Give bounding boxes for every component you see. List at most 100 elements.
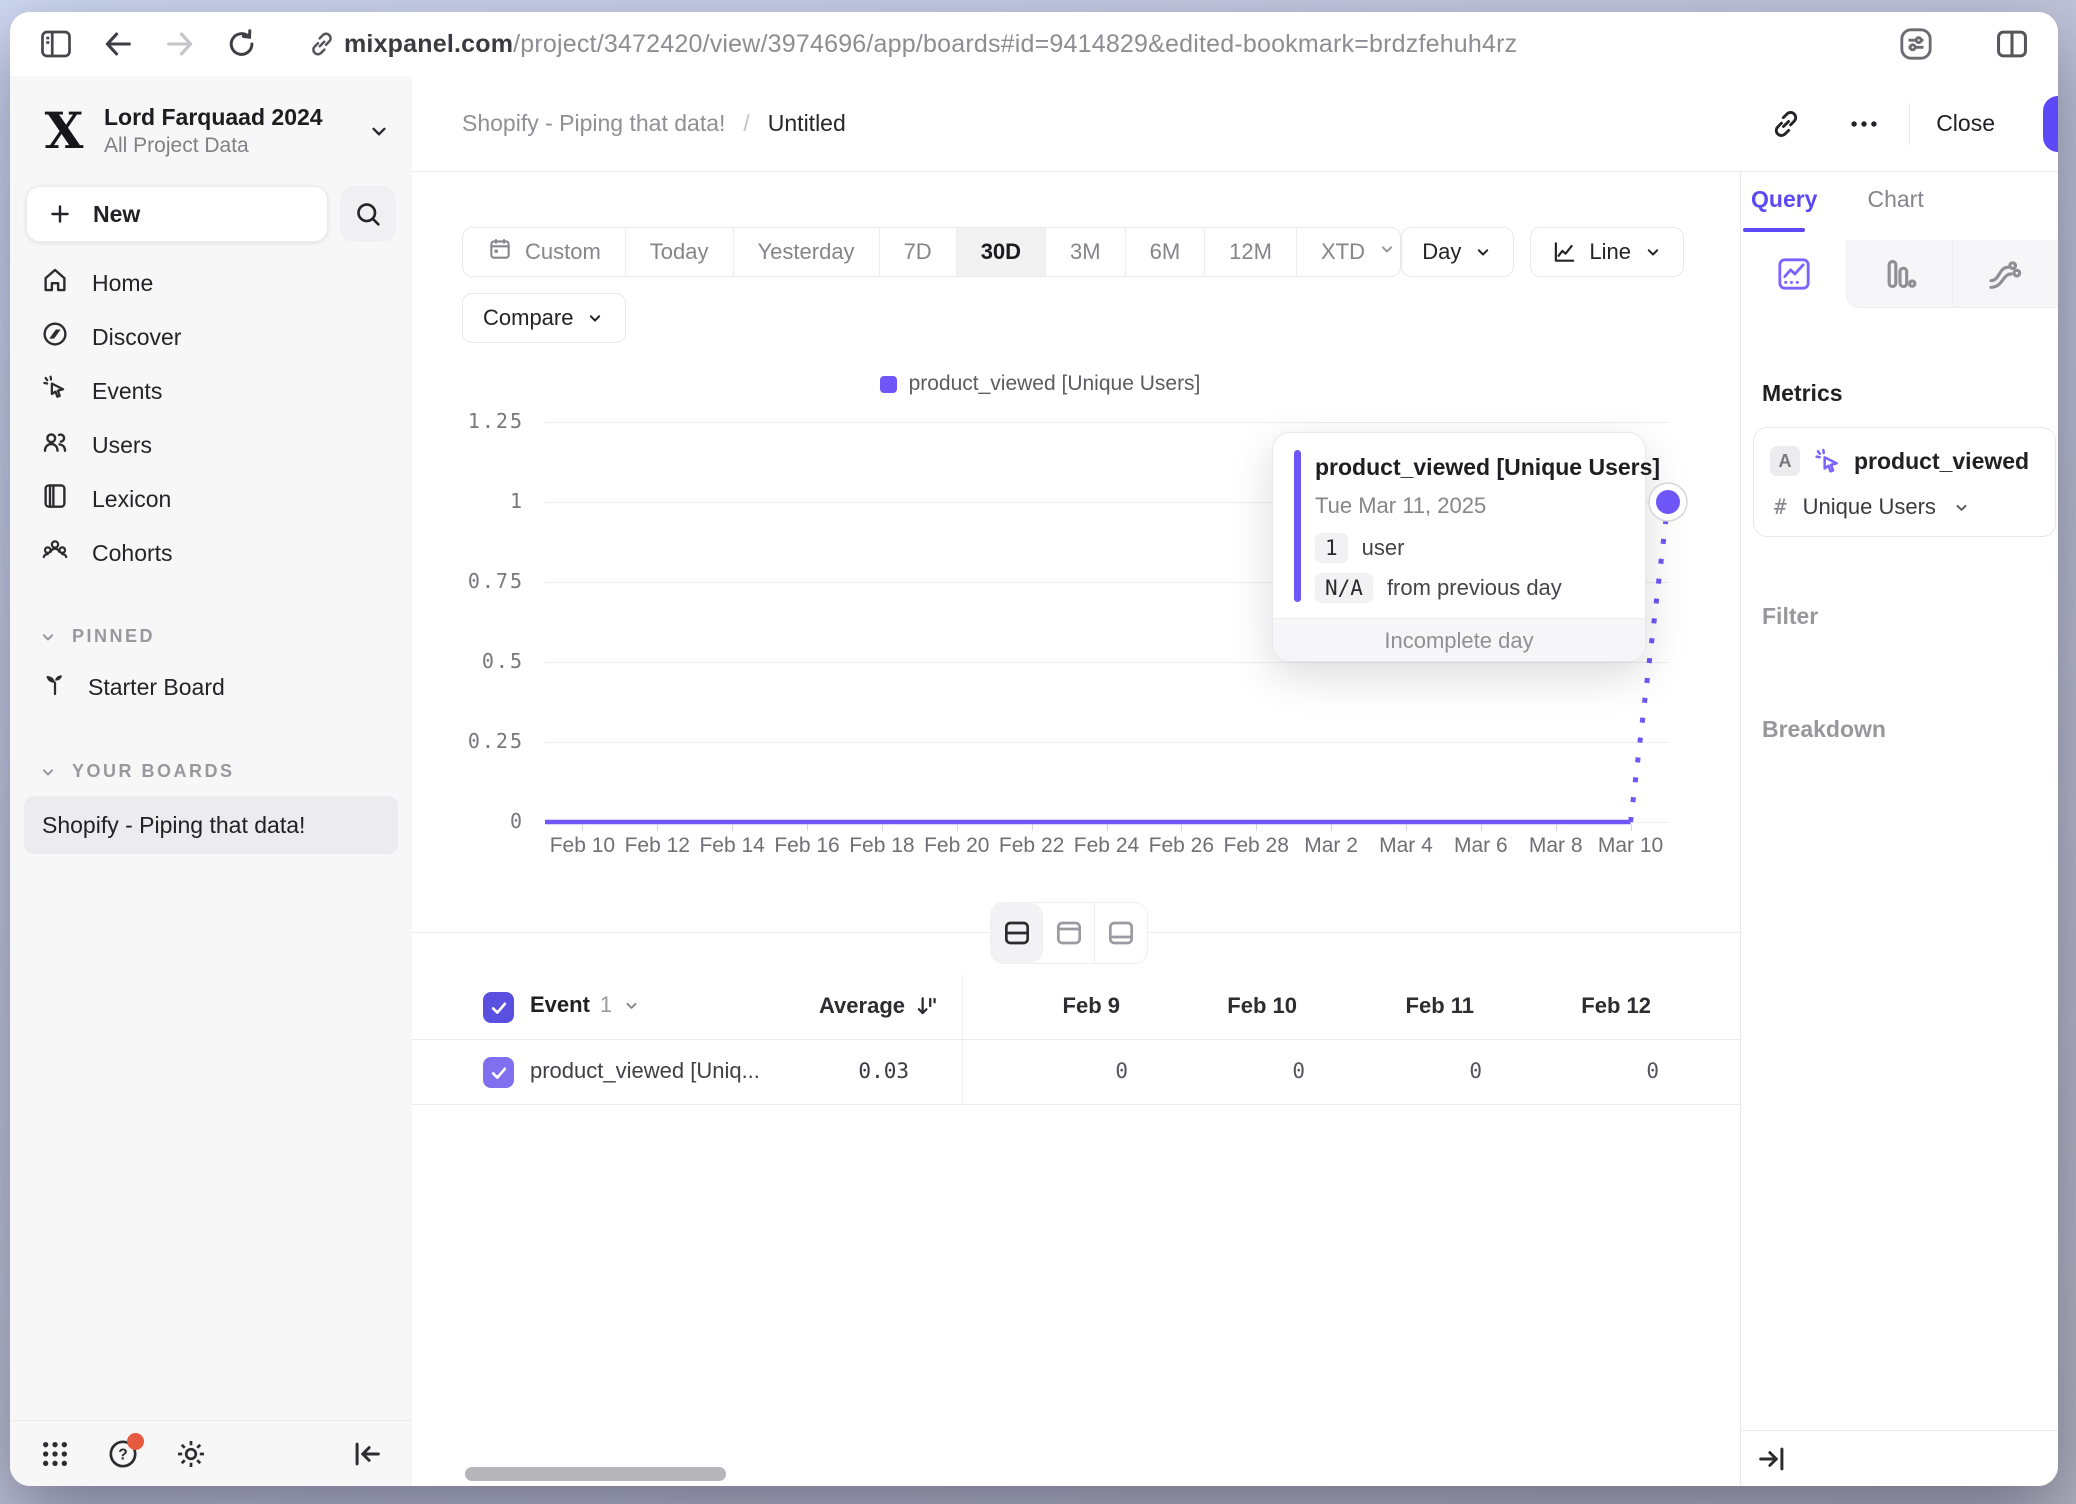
layout-chart-only-button[interactable]: [1043, 903, 1095, 963]
workspace-subtitle: All Project Data: [104, 134, 350, 158]
divider: [1909, 103, 1910, 145]
new-button[interactable]: New: [26, 186, 328, 242]
new-button-label: New: [93, 201, 140, 228]
split-layout-icon: [1001, 917, 1033, 949]
metric-card[interactable]: A product_viewed # Unique Users: [1753, 427, 2056, 537]
sidebar-item-label: Users: [92, 432, 152, 459]
url-domain: mixpanel.com: [344, 30, 513, 58]
breakdown-section-label: Breakdown: [1762, 716, 2058, 743]
tooltip-series-bar: [1294, 450, 1301, 602]
query-panel: Query Chart: [1740, 172, 2058, 1486]
users-icon: [40, 427, 70, 463]
workspace-name: Lord Farquaad 2024: [104, 104, 350, 131]
reload-icon[interactable]: [222, 24, 262, 64]
board-header: Shopify - Piping that data!/Untitled Clo…: [412, 76, 2058, 172]
tooltip-footer: Incomplete day: [1273, 618, 1645, 661]
breadcrumb-page[interactable]: Untitled: [768, 110, 846, 136]
insights-icon: [1774, 254, 1814, 294]
filter-section-label: Filter: [1762, 603, 2058, 630]
tab-query[interactable]: Query: [1751, 186, 1817, 213]
tab-chart[interactable]: Chart: [1867, 186, 1923, 213]
layout-split-button[interactable]: [991, 903, 1043, 963]
chevron-down-icon: [366, 118, 392, 144]
lexicon-icon: [40, 481, 70, 517]
funnels-report-tab[interactable]: [1846, 240, 1952, 308]
sidebar-item-users[interactable]: Users: [10, 418, 412, 472]
insights-report-tab[interactable]: [1741, 240, 1846, 308]
settings-gear-icon[interactable]: [172, 1435, 210, 1473]
chart-tooltip: product_viewed [Unique Users] Tue Mar 11…: [1272, 432, 1646, 662]
browser-toolbar: mixpanel.com/project/3472420/view/397469…: [10, 12, 2058, 76]
more-options-icon[interactable]: [1841, 101, 1887, 147]
workspace-switcher[interactable]: X Lord Farquaad 2024 All Project Data: [40, 104, 392, 158]
plus-icon: [47, 201, 73, 227]
aggregation-symbol: #: [1774, 495, 1787, 519]
notification-dot: [127, 1433, 144, 1450]
apps-grid-icon[interactable]: [36, 1435, 74, 1473]
sidebar-item-cohorts[interactable]: Cohorts: [10, 526, 412, 580]
save-button-partial[interactable]: [2043, 96, 2058, 152]
back-icon[interactable]: [98, 24, 138, 64]
tooltip-delta-label: from previous day: [1387, 575, 1562, 601]
sidebar-footer: ?: [10, 1420, 412, 1486]
boards-list: Shopify - Piping that data!: [10, 782, 412, 854]
chevron-down-icon: [38, 627, 58, 647]
sidebar-item-discover[interactable]: Discover: [10, 310, 412, 364]
close-button[interactable]: Close: [1936, 110, 1995, 137]
pinned-item-label: Starter Board: [88, 674, 225, 701]
discover-icon: [40, 319, 70, 355]
chevron-down-icon: [38, 762, 58, 782]
mixpanel-logo: X: [40, 105, 88, 157]
split-view-icon[interactable]: [1992, 24, 2032, 64]
pinned-header[interactable]: PINNED: [10, 626, 412, 647]
tooltip-delta: N/A: [1315, 573, 1373, 603]
report-type-tabs: [1741, 240, 2058, 308]
chevron-down-icon: [1952, 498, 1971, 517]
browser-window: mixpanel.com/project/3472420/view/397469…: [10, 12, 2058, 1486]
tooltip-date: Tue Mar 11, 2025: [1315, 493, 1486, 519]
aggregation-label: Unique Users: [1803, 494, 1936, 520]
link-icon: [302, 24, 342, 64]
metric-badge: A: [1770, 446, 1800, 476]
horizontal-scrollbar[interactable]: [465, 1467, 726, 1481]
forward-icon[interactable]: [160, 24, 200, 64]
breadcrumb-board[interactable]: Shopify - Piping that data!: [462, 110, 725, 136]
collapse-panel-icon[interactable]: [1755, 1442, 1789, 1476]
search-button[interactable]: [340, 186, 396, 242]
board-item[interactable]: Shopify - Piping that data!: [24, 796, 398, 854]
active-tab-underline: [1743, 228, 1805, 232]
copy-link-icon[interactable]: [1763, 101, 1809, 147]
sidebar: X Lord Farquaad 2024 All Project Data Ne…: [10, 76, 412, 1486]
sidebar-toggle-icon[interactable]: [36, 24, 76, 64]
metrics-section-label: Metrics: [1762, 380, 2058, 407]
sidebar-item-label: Discover: [92, 324, 181, 351]
url-text: mixpanel.com/project/3472420/view/397469…: [344, 30, 1517, 59]
report-canvas: CustomTodayYesterday7D30D3M6M12MXTD Day …: [412, 172, 1740, 1486]
event-spark-icon: [1812, 446, 1844, 483]
search-icon: [353, 199, 383, 229]
layout-table-only-button[interactable]: [1095, 903, 1147, 963]
sidebar-nav: Home Discover Events Users LexiconCohorts: [10, 256, 412, 580]
metric-event-name: product_viewed: [1854, 448, 2029, 475]
sidebar-item-events[interactable]: Events: [10, 364, 412, 418]
address-bar[interactable]: mixpanel.com/project/3472420/view/397469…: [302, 24, 1517, 64]
board-item-label: Shopify - Piping that data!: [42, 812, 305, 839]
url-path: /project/3472420/view/3974696/app/boards…: [513, 30, 1517, 58]
pinned-item[interactable]: Starter Board: [10, 659, 412, 715]
events-icon: [40, 373, 70, 409]
sidebar-item-lexicon[interactable]: Lexicon: [10, 472, 412, 526]
breadcrumb: Shopify - Piping that data!/Untitled: [462, 110, 846, 137]
your-boards-header-label: YOUR BOARDS: [72, 761, 235, 782]
your-boards-header[interactable]: YOUR BOARDS: [10, 761, 412, 782]
sidebar-item-label: Events: [92, 378, 162, 405]
data-point-marker[interactable]: [1638, 472, 1698, 532]
metric-aggregation[interactable]: # Unique Users: [1774, 494, 1971, 520]
tooltip-title: product_viewed [Unique Users]: [1315, 454, 1660, 481]
pinned-header-label: PINNED: [72, 626, 155, 647]
sidebar-item-home[interactable]: Home: [10, 256, 412, 310]
flows-report-tab[interactable]: [1952, 240, 2058, 308]
sidebar-item-label: Home: [92, 270, 153, 297]
collapse-sidebar-icon[interactable]: [348, 1435, 386, 1473]
browser-settings-icon[interactable]: [1896, 24, 1936, 64]
help-icon[interactable]: ?: [104, 1435, 142, 1473]
